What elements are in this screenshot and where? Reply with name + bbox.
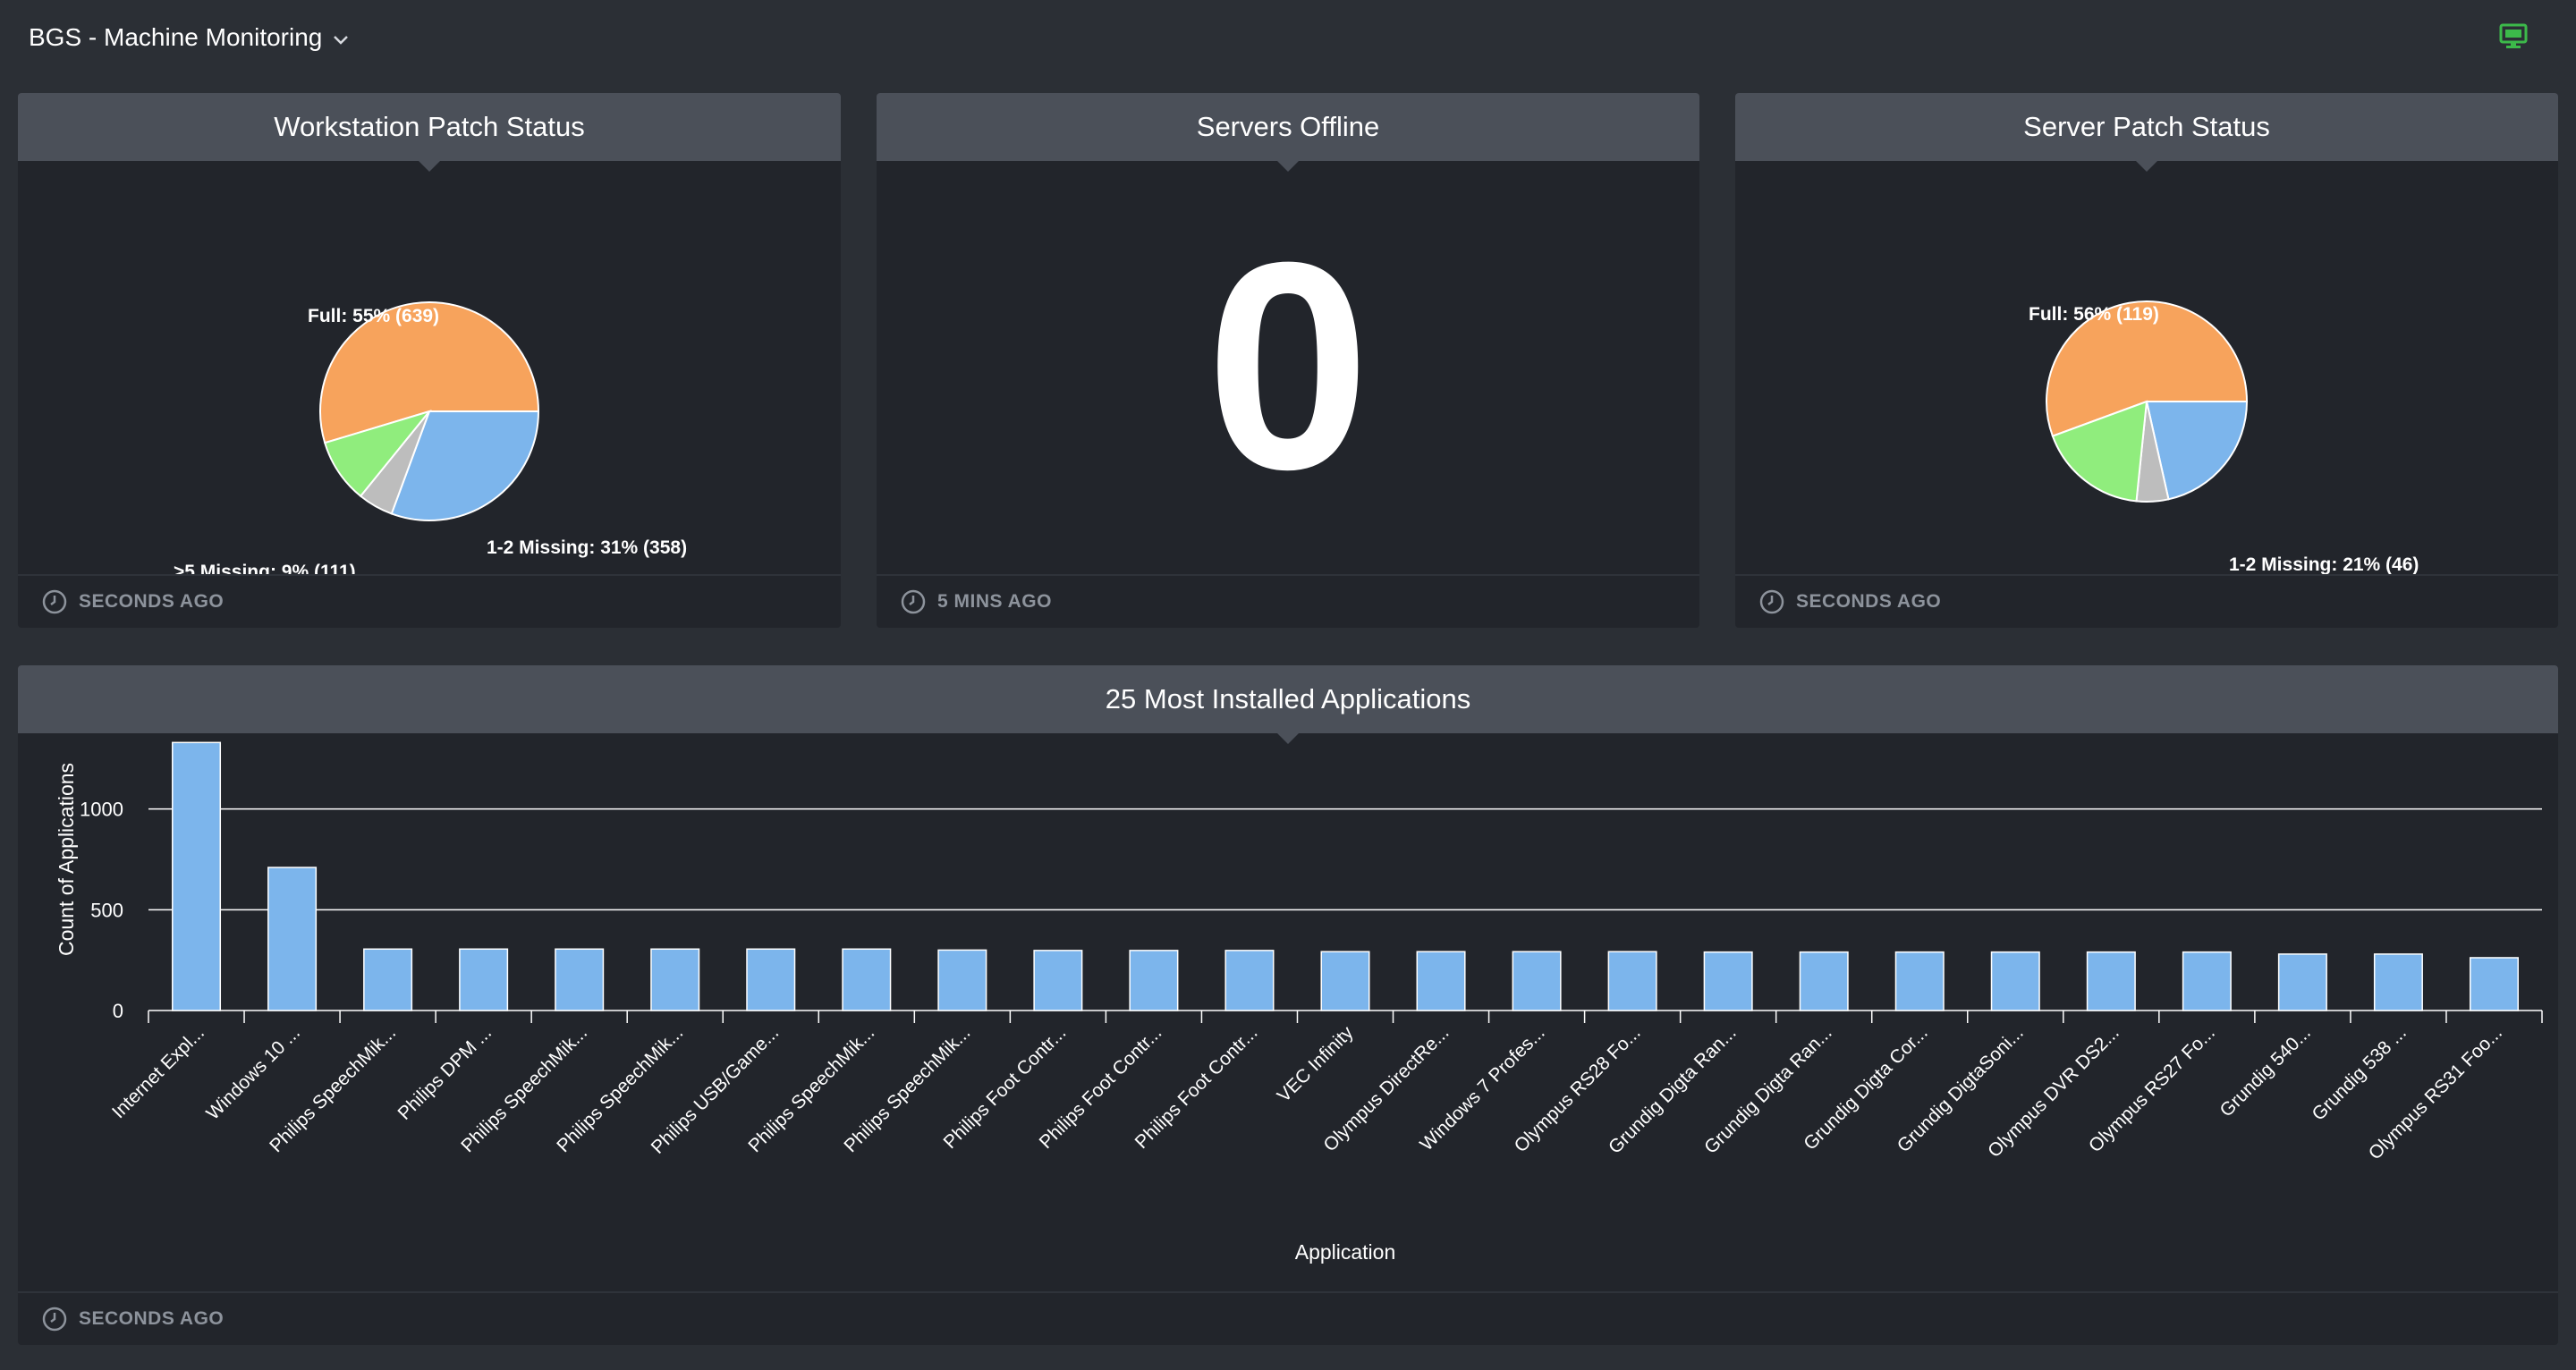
panel-title: Server Patch Status bbox=[1735, 93, 2558, 161]
title-caret-icon bbox=[1277, 161, 1299, 172]
bar[interactable] bbox=[267, 867, 318, 1011]
server-pie-chart: Full: 56% (119)1-2 Missing: 21% (46)3-4 … bbox=[2029, 300, 2419, 575]
dashboard-selector[interactable]: BGS - Machine Monitoring bbox=[29, 20, 349, 55]
y-tick-label: 0 bbox=[113, 1000, 123, 1022]
pie-data-label: 1-2 Missing: 31% (358) bbox=[487, 537, 687, 558]
bar[interactable] bbox=[842, 948, 892, 1011]
bar[interactable] bbox=[1894, 951, 1945, 1011]
panel-footer: SECONDS AGO bbox=[1735, 574, 2558, 628]
bar[interactable] bbox=[1512, 951, 1562, 1011]
clock-icon bbox=[42, 1307, 67, 1332]
bar[interactable] bbox=[937, 949, 987, 1011]
x-tick-label: Grundig 538 ... bbox=[2308, 1022, 2410, 1124]
servers-offline-panel: Servers Offline 0 5 MINS AGO bbox=[877, 93, 1699, 628]
bar[interactable] bbox=[1033, 950, 1083, 1011]
x-tick-label: Internet Expl... bbox=[108, 1022, 208, 1122]
bar[interactable] bbox=[2277, 953, 2327, 1011]
last-updated: SECONDS AGO bbox=[79, 591, 225, 612]
bar[interactable] bbox=[555, 948, 605, 1011]
x-tick-label: VEC Infinity bbox=[1274, 1022, 1358, 1106]
last-updated: SECONDS AGO bbox=[79, 1308, 225, 1329]
panel-footer: SECONDS AGO bbox=[18, 574, 841, 628]
bar[interactable] bbox=[1129, 950, 1179, 1011]
bar[interactable] bbox=[2086, 951, 2136, 1011]
bar[interactable] bbox=[2182, 951, 2232, 1011]
bar[interactable] bbox=[1799, 951, 1849, 1011]
bar[interactable] bbox=[1320, 951, 1370, 1011]
pie-data-label: Full: 56% (119) bbox=[2029, 304, 2159, 325]
workstation-patch-panel: Workstation Patch Status Full: 55% (639)… bbox=[18, 93, 841, 628]
x-tick-label: Philips DPM ... bbox=[394, 1022, 496, 1124]
bar[interactable] bbox=[1990, 951, 2040, 1011]
bar[interactable] bbox=[172, 741, 222, 1011]
bar[interactable] bbox=[2373, 953, 2423, 1011]
y-axis-label: Count of Applications bbox=[55, 763, 78, 956]
x-tick-label: Grundig 540... bbox=[2216, 1022, 2315, 1121]
bar[interactable] bbox=[459, 948, 509, 1011]
workstation-pie-chart: Full: 55% (639)1-2 Missing: 31% (358)3-4… bbox=[174, 301, 687, 576]
dashboard-title: BGS - Machine Monitoring bbox=[29, 23, 323, 51]
y-tick-label: 1000 bbox=[80, 799, 123, 821]
bar[interactable] bbox=[650, 948, 700, 1011]
panel-title: Servers Offline bbox=[877, 93, 1699, 161]
last-updated: SECONDS AGO bbox=[1796, 591, 1942, 612]
bar[interactable] bbox=[1224, 950, 1275, 1011]
apps-bar-chart: 050010001500Internet Expl...Windows 10 .… bbox=[55, 741, 2543, 1264]
server-patch-panel: Server Patch Status Full: 56% (119) 1-2 M… bbox=[1735, 93, 2558, 628]
last-updated: 5 MINS AGO bbox=[937, 591, 1052, 612]
bar[interactable] bbox=[1416, 951, 1466, 1011]
installed-apps-panel: 25 Most Installed Applications 050010001… bbox=[18, 665, 2558, 1345]
panel-footer: 5 MINS AGO bbox=[877, 574, 1699, 628]
clock-icon bbox=[1759, 589, 1784, 614]
bar[interactable] bbox=[363, 948, 413, 1011]
bar[interactable] bbox=[746, 948, 796, 1011]
clock-icon bbox=[42, 589, 67, 614]
x-axis-label: Application bbox=[1295, 1240, 1396, 1264]
x-tick-label: Windows 10 ... bbox=[202, 1022, 304, 1124]
bar[interactable] bbox=[1607, 951, 1657, 1011]
servers-offline-count: 0 bbox=[1206, 200, 1370, 530]
panel-footer: SECONDS AGO bbox=[18, 1291, 2558, 1345]
clock-icon bbox=[901, 589, 926, 614]
y-tick-label: 500 bbox=[90, 899, 123, 921]
top-bar: BGS - Machine Monitoring bbox=[0, 0, 2576, 75]
chevron-down-icon bbox=[333, 28, 349, 51]
panel-title: Workstation Patch Status bbox=[18, 93, 841, 161]
pie-data-label: Full: 55% (639) bbox=[308, 306, 439, 326]
monitor-icon[interactable] bbox=[2499, 23, 2528, 50]
bar[interactable] bbox=[1703, 951, 1753, 1011]
panel-title: 25 Most Installed Applications bbox=[18, 665, 2558, 733]
pie-data-label: 1-2 Missing: 21% (46) bbox=[2229, 554, 2419, 575]
bar[interactable] bbox=[2469, 957, 2519, 1011]
